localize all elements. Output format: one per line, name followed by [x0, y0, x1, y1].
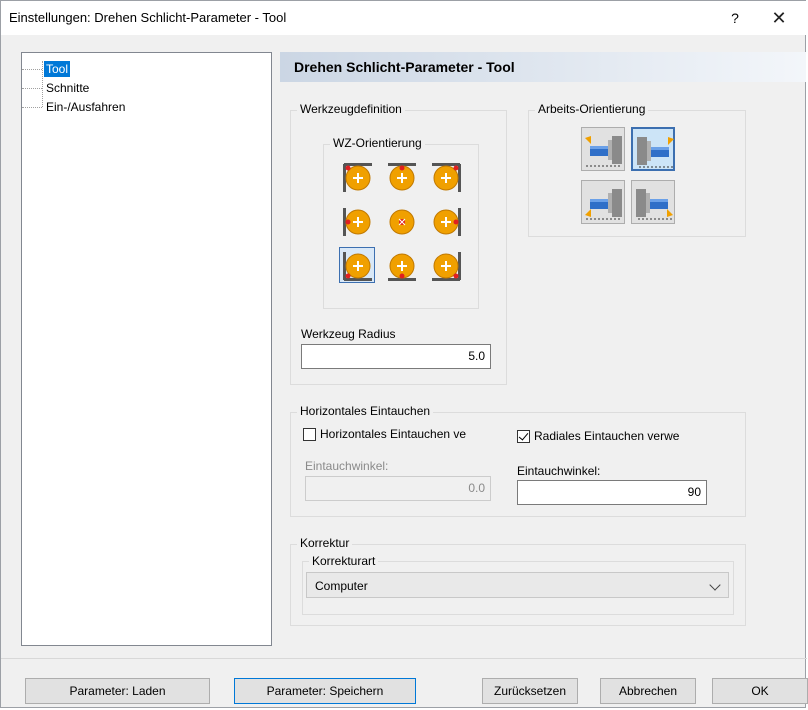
tool-orient-top-left-icon[interactable]	[339, 159, 375, 195]
abbrechen-button[interactable]: Abbrechen	[600, 678, 696, 704]
navigation-tree: Tool Schnitte Ein-/Ausfahren	[21, 52, 272, 646]
page-header: Drehen Schlicht-Parameter - Tool	[280, 52, 806, 82]
horizontales-eintauchen-label: Horizontales Eintauchen	[297, 404, 434, 418]
tool-orient-top-right-icon[interactable]	[427, 159, 463, 195]
tree-item-label[interactable]: Tool	[42, 60, 72, 78]
parameter-speichern-button[interactable]: Parameter: Speichern	[234, 678, 416, 704]
settings-dialog: Einstellungen: Drehen Schlicht-Parameter…	[0, 0, 808, 708]
arbeits-orientierung-label: Arbeits-Orientierung	[535, 102, 649, 116]
left-eintauchwinkel-input[interactable]: 0.0	[305, 476, 491, 501]
horizontal-plunge-checkbox[interactable]	[303, 428, 316, 441]
tool-orient-bottom-left-icon[interactable]	[339, 247, 375, 283]
ok-button[interactable]: OK	[712, 678, 808, 704]
tool-orient-middle-right-icon[interactable]	[427, 203, 463, 239]
tool-orient-center-icon[interactable]	[383, 203, 419, 239]
zuruecksetzen-button[interactable]: Zurücksetzen	[482, 678, 578, 704]
tree-branch-line	[22, 107, 42, 108]
right-eintauchwinkel-label: Eintauchwinkel:	[517, 464, 601, 478]
wz-orientierung-label: WZ-Orientierung	[330, 136, 425, 150]
radial-plunge-checkbox[interactable]	[517, 430, 530, 443]
horizontal-plunge-label[interactable]: Horizontales Eintauchen ve	[320, 427, 475, 441]
left-eintauchwinkel-label: Eintauchwinkel:	[305, 459, 389, 473]
right-eintauchwinkel-input[interactable]: 90	[517, 480, 707, 505]
tool-orient-bottom-right-icon[interactable]	[427, 247, 463, 283]
tree-item-label[interactable]: Ein-/Ausfahren	[44, 99, 127, 115]
page-title: Drehen Schlicht-Parameter - Tool	[294, 59, 515, 75]
footer-separator	[1, 658, 807, 659]
werkzeugdefinition-label: Werkzeugdefinition	[297, 102, 405, 116]
tool-orient-bottom-center-icon[interactable]	[383, 247, 419, 283]
korrekturart-label: Korrekturart	[309, 554, 379, 568]
work-orient-right-up-icon[interactable]	[581, 127, 625, 171]
work-orient-left-down-icon[interactable]	[631, 180, 675, 224]
tree-branch-line	[22, 69, 42, 70]
radial-plunge-label[interactable]: Radiales Eintauchen verwe	[534, 429, 709, 443]
tree-item-label[interactable]: Schnitte	[44, 80, 91, 96]
chevron-down-icon	[709, 579, 721, 591]
parameter-laden-button[interactable]: Parameter: Laden	[25, 678, 210, 704]
korrekturart-value: Computer	[315, 579, 368, 593]
korrektur-label: Korrektur	[297, 536, 353, 550]
tree-branch-line	[22, 88, 42, 89]
work-orient-right-down-icon[interactable]	[581, 180, 625, 224]
werkzeug-radius-input[interactable]: 5.0	[301, 344, 491, 369]
help-button[interactable]: ?	[725, 7, 745, 29]
window-title: Einstellungen: Drehen Schlicht-Parameter…	[9, 10, 287, 25]
tool-orient-top-center-icon[interactable]	[383, 159, 419, 195]
tool-orient-middle-left-icon[interactable]	[339, 203, 375, 239]
korrekturart-select[interactable]: Computer	[306, 572, 729, 598]
werkzeug-radius-label: Werkzeug Radius	[301, 327, 396, 341]
work-orient-left-up-icon[interactable]	[631, 127, 675, 171]
tree-connector-line	[42, 61, 43, 107]
close-button[interactable]: ✕	[763, 5, 795, 31]
title-bar: Einstellungen: Drehen Schlicht-Parameter…	[1, 1, 807, 35]
